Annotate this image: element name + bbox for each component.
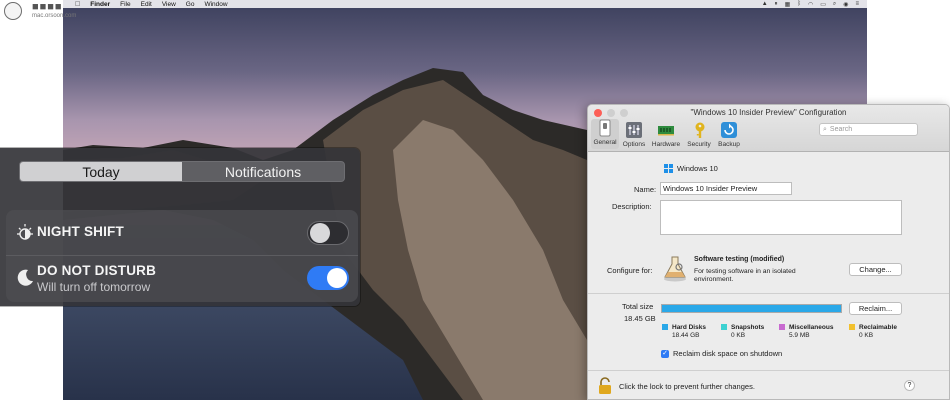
- notification-center: Today Notifications NIGHT SHIFT DO NOT D…: [0, 148, 360, 306]
- watermark-logo-text: ■■■■: [32, 1, 63, 13]
- search-field[interactable]: ⌕ Search: [819, 123, 918, 136]
- legend-swatch: [849, 324, 855, 330]
- battery-icon[interactable]: ▭: [820, 1, 826, 8]
- toolbar-security-label: Security: [687, 141, 711, 148]
- search-field-icon: ⌕: [823, 125, 827, 133]
- window-titlebar: "Windows 10 Insider Preview" Configurati…: [588, 105, 949, 152]
- nc-toggles-panel: NIGHT SHIFT DO NOT DISTURB Will turn off…: [6, 210, 358, 302]
- toolbar-options-label: Options: [622, 141, 646, 148]
- legend-snapshots: Snapshots 0 KB: [721, 324, 764, 339]
- toolbar-backup[interactable]: Backup: [715, 121, 743, 148]
- do-not-disturb-subtitle: Will turn off tomorrow: [37, 280, 151, 294]
- legend-value: 0 KB: [859, 332, 874, 339]
- switch-icon: [599, 119, 611, 137]
- legend-value: 5.9 MB: [789, 332, 810, 339]
- legend-miscellaneous: Miscellaneous 5.9 MB: [779, 324, 833, 339]
- menu-icon[interactable]: ≡: [855, 1, 859, 8]
- search-icon[interactable]: ⌕: [833, 1, 836, 8]
- reclaim-shutdown-checkbox[interactable]: ✓: [661, 349, 669, 358]
- flask-icon: [664, 256, 686, 282]
- tab-notifications[interactable]: Notifications: [182, 162, 344, 181]
- windows-logo-icon: [664, 164, 673, 173]
- tab-today[interactable]: Today: [20, 162, 182, 181]
- legend-name: Miscellaneous: [789, 324, 834, 331]
- menu-status-area: ▲ ⏸ ▦ ᛒ ◠ ▭ ⌕ ◉ ≡: [762, 1, 867, 8]
- legend-swatch: [779, 324, 785, 330]
- profile-title: Software testing (modified): [694, 256, 785, 263]
- legend-value: 18.44 GB: [672, 332, 700, 339]
- legend-name: Reclaimable: [859, 324, 897, 331]
- legend-hard-disks: Hard Disks 18.44 GB: [662, 324, 706, 339]
- disk-usage-fill: [662, 305, 841, 312]
- wifi-icon[interactable]: ◠: [808, 1, 813, 8]
- reclaim-shutdown-label: Reclaim disk space on shutdown: [673, 349, 783, 358]
- night-shift-icon: [17, 224, 33, 240]
- control-icon[interactable]: ◉: [843, 1, 848, 8]
- footer-divider: [588, 370, 949, 371]
- options-icon: [626, 122, 642, 138]
- legend-reclaimable: Reclaimable 0 KB: [849, 324, 897, 339]
- total-size-label: Total size: [622, 302, 654, 311]
- legend-name: Snapshots: [731, 324, 765, 331]
- toolbar-options[interactable]: Options: [620, 121, 648, 148]
- menu-edit[interactable]: Edit: [141, 1, 152, 8]
- reclaim-button[interactable]: Reclaim...: [849, 302, 902, 315]
- menu-go[interactable]: Go: [186, 1, 195, 8]
- watermark-logo: [4, 2, 22, 20]
- general-pane: Windows 10 Name: Windows 10 Insider Prev…: [588, 152, 949, 399]
- key-icon: [695, 122, 705, 138]
- toggle-knob: [310, 223, 330, 243]
- disk-usage-bar: [661, 304, 842, 313]
- help-button[interactable]: ?: [904, 380, 915, 391]
- menu-window[interactable]: Window: [204, 1, 227, 8]
- os-name: Windows 10: [677, 164, 718, 173]
- moon-icon: [17, 269, 33, 286]
- toolbar-hardware[interactable]: Hardware: [652, 121, 680, 148]
- legend-value: 0 KB: [731, 332, 746, 339]
- watermark: ■■■■ mac.orsoon.com: [2, 0, 112, 22]
- description-field[interactable]: [660, 200, 902, 235]
- watermark-url: mac.orsoon.com: [32, 13, 77, 19]
- bluetooth-icon[interactable]: ᛒ: [797, 1, 801, 8]
- total-size-value: 18.45 GB: [624, 314, 656, 323]
- toolbar-security[interactable]: Security: [685, 121, 713, 148]
- nc-tab-control: Today Notifications: [19, 161, 345, 182]
- chip-icon: [658, 126, 674, 136]
- legend-name: Hard Disks: [672, 324, 706, 331]
- menu-view[interactable]: View: [162, 1, 176, 8]
- legend-swatch: [662, 324, 668, 330]
- menu-bar:  Finder File Edit View Go Window ▲ ⏸ ▦ …: [63, 0, 867, 8]
- change-button[interactable]: Change...: [849, 263, 902, 276]
- profile-description: For testing software in an isolated envi…: [694, 268, 796, 283]
- legend-swatch: [721, 324, 727, 330]
- toolbar-general[interactable]: General: [591, 119, 619, 149]
- toggle-knob: [327, 268, 347, 288]
- reclaim-shutdown-option: ✓ Reclaim disk space on shutdown: [661, 349, 782, 358]
- toolbar-backup-label: Backup: [718, 141, 740, 148]
- section-divider: [588, 293, 949, 294]
- flag-icon[interactable]: ▦: [785, 1, 791, 8]
- do-not-disturb-row: DO NOT DISTURB Will turn off tomorrow: [6, 256, 358, 302]
- menu-file[interactable]: File: [120, 1, 130, 8]
- name-label: Name:: [634, 185, 657, 194]
- name-field[interactable]: Windows 10 Insider Preview: [660, 182, 792, 195]
- toolbar-hardware-label: Hardware: [651, 141, 681, 148]
- description-label: Description:: [612, 202, 652, 211]
- toolbar-general-label: General: [593, 139, 617, 146]
- vm-configuration-window: "Windows 10 Insider Preview" Configurati…: [587, 104, 950, 400]
- lock-message: Click the lock to prevent further change…: [619, 382, 755, 391]
- parallels-icon[interactable]: ⏸: [775, 1, 778, 8]
- night-shift-toggle[interactable]: [307, 221, 349, 245]
- do-not-disturb-toggle[interactable]: [307, 266, 349, 290]
- search-placeholder: Search: [829, 126, 853, 133]
- window-title: "Windows 10 Insider Preview" Configurati…: [690, 108, 847, 117]
- night-shift-label: NIGHT SHIFT: [37, 224, 124, 239]
- backup-icon: [721, 122, 737, 138]
- night-shift-row: NIGHT SHIFT: [6, 210, 358, 256]
- airplay-icon[interactable]: ▲: [762, 1, 768, 8]
- do-not-disturb-label: DO NOT DISTURB: [37, 263, 157, 278]
- configure-for-label: Configure for:: [607, 266, 653, 275]
- lock-icon[interactable]: [598, 377, 612, 395]
